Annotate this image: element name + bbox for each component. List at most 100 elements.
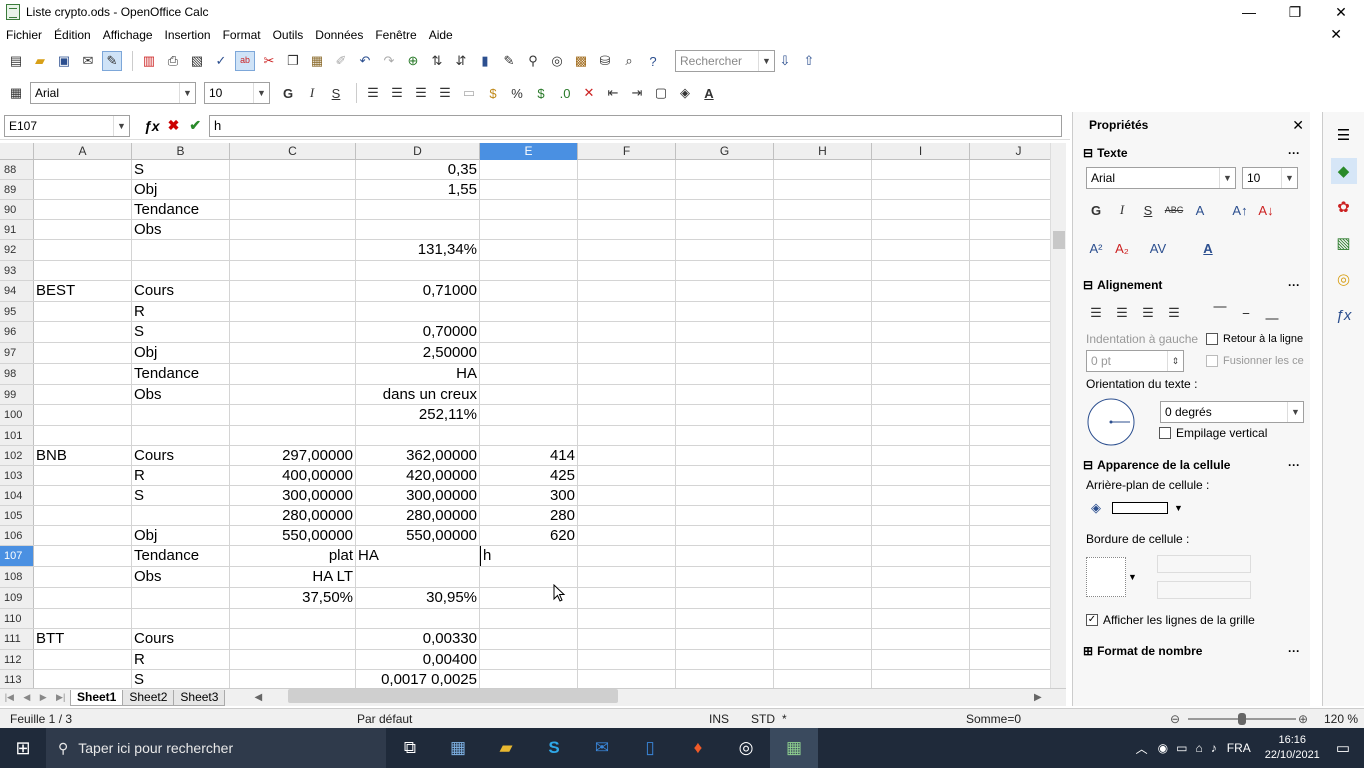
cell-g90[interactable] (676, 200, 774, 219)
cell-e110[interactable] (480, 609, 578, 628)
align-bottom-icon[interactable]: ⎽ (1262, 303, 1282, 323)
cell-d92[interactable]: 131,34% (356, 240, 480, 260)
cell-a88[interactable] (34, 160, 132, 179)
cell-b106[interactable]: Obj (132, 526, 230, 545)
spreadsheet-grid[interactable]: ABCDEFGHIJ 88 S 0,35 89 Obj 1,55 90 Tendance 91 O… (0, 143, 1050, 688)
row-header[interactable]: 102 (0, 446, 34, 465)
column-header-j[interactable]: J (970, 143, 1050, 160)
align-left-icon[interactable]: ☰ (1086, 303, 1106, 323)
cell-h98[interactable] (774, 364, 872, 384)
formula-input[interactable]: h (209, 114, 1062, 137)
row-header[interactable]: 100 (0, 405, 34, 425)
cell-e113[interactable] (480, 670, 578, 688)
next-sheet-icon[interactable]: ▶ (40, 692, 47, 703)
cell-c99[interactable] (230, 385, 356, 404)
cell-b103[interactable]: R (132, 466, 230, 485)
cell-i98[interactable] (872, 364, 970, 384)
cell-h93[interactable] (774, 261, 872, 280)
cell-c106[interactable]: 550,00000 (230, 526, 356, 545)
cell-i107[interactable] (872, 546, 970, 566)
cell-h103[interactable] (774, 466, 872, 485)
fill-bucket-icon[interactable]: ◈ (1086, 498, 1106, 518)
cell-j92[interactable] (970, 240, 1050, 260)
cell-f97[interactable] (578, 343, 676, 363)
row-header[interactable]: 93 (0, 261, 34, 280)
cell-h91[interactable] (774, 220, 872, 239)
cell-f88[interactable] (578, 160, 676, 179)
cell-b107[interactable]: Tendance (132, 546, 230, 566)
cell-f93[interactable] (578, 261, 676, 280)
bold-icon[interactable]: G (1086, 200, 1106, 220)
cell-a95[interactable] (34, 302, 132, 321)
cell-h110[interactable] (774, 609, 872, 628)
cell-c90[interactable] (230, 200, 356, 219)
row-header[interactable]: 105 (0, 506, 34, 525)
cell-b97[interactable]: Obj (132, 343, 230, 363)
find-next-icon[interactable]: ⇩ (775, 51, 795, 71)
cell-f95[interactable] (578, 302, 676, 321)
chevron-down-icon[interactable]: ▼ (253, 83, 269, 103)
cell-d88[interactable]: 0,35 (356, 160, 480, 179)
cell-j111[interactable] (970, 629, 1050, 649)
merge-cells-icon[interactable]: ▭ (459, 83, 479, 103)
background-color-icon[interactable]: ◈ (675, 83, 695, 103)
cell-f89[interactable] (578, 180, 676, 199)
cell-c102[interactable]: 297,00000 (230, 446, 356, 465)
column-header-f[interactable]: F (578, 143, 676, 160)
line-color-select[interactable] (1156, 581, 1251, 599)
menu-donnees[interactable]: Données (315, 28, 363, 42)
align-middle-icon[interactable]: ⎯ (1236, 303, 1256, 323)
cell-e92[interactable] (480, 240, 578, 260)
cell-e94[interactable] (480, 281, 578, 301)
row-header[interactable]: 90 (0, 200, 34, 219)
cell-j109[interactable] (970, 588, 1050, 608)
zoom-level[interactable]: 120 % (1324, 712, 1358, 726)
cell-d107[interactable]: HA (356, 546, 480, 566)
cell-j107[interactable] (970, 546, 1050, 566)
chevron-down-icon[interactable]: ▼ (1281, 168, 1297, 188)
cell-i93[interactable] (872, 261, 970, 280)
cell-b96[interactable]: S (132, 322, 230, 342)
row-header[interactable]: 98 (0, 364, 34, 384)
grow-font-icon[interactable]: A↑ (1230, 200, 1250, 220)
font-color-icon[interactable]: A (1198, 238, 1218, 258)
cell-i100[interactable] (872, 405, 970, 425)
cell-e95[interactable] (480, 302, 578, 321)
cell-b93[interactable] (132, 261, 230, 280)
phone-app-icon[interactable]: ▯ (626, 728, 674, 768)
row-header[interactable]: 111 (0, 629, 34, 649)
cell-i101[interactable] (872, 426, 970, 445)
cell-c109[interactable]: 37,50% (230, 588, 356, 608)
cell-f99[interactable] (578, 385, 676, 404)
cell-d95[interactable] (356, 302, 480, 321)
cell-h105[interactable] (774, 506, 872, 525)
cell-h111[interactable] (774, 629, 872, 649)
task-view-icon[interactable]: ⧉ (386, 728, 434, 768)
standard-format-icon[interactable]: $ (531, 83, 551, 103)
cell-i102[interactable] (872, 446, 970, 465)
cell-f109[interactable] (578, 588, 676, 608)
wrap-checkbox[interactable] (1206, 333, 1218, 345)
cell-i89[interactable] (872, 180, 970, 199)
row-header[interactable]: 101 (0, 426, 34, 445)
minimize-button[interactable]: — (1226, 0, 1272, 24)
section-appearance[interactable]: ⊟ Apparence de la cellule ··· (1073, 454, 1310, 476)
cell-i94[interactable] (872, 281, 970, 301)
cell-b89[interactable]: Obj (132, 180, 230, 199)
cell-h108[interactable] (774, 567, 872, 587)
cell-a110[interactable] (34, 609, 132, 628)
row-header[interactable]: 112 (0, 650, 34, 669)
cell-g108[interactable] (676, 567, 774, 587)
functions-tab-icon[interactable]: ƒx (1331, 302, 1357, 328)
cell-a106[interactable] (34, 526, 132, 545)
cell-b111[interactable]: Cours (132, 629, 230, 649)
cell-c100[interactable] (230, 405, 356, 425)
zoom-slider-thumb[interactable] (1238, 713, 1246, 725)
cell-a108[interactable] (34, 567, 132, 587)
font-name-box[interactable]: Arial ▼ (30, 82, 196, 104)
cell-h99[interactable] (774, 385, 872, 404)
cell-g99[interactable] (676, 385, 774, 404)
cell-a90[interactable] (34, 200, 132, 219)
cell-d112[interactable]: 0,00400 (356, 650, 480, 669)
align-right-icon[interactable]: ☰ (411, 83, 431, 103)
